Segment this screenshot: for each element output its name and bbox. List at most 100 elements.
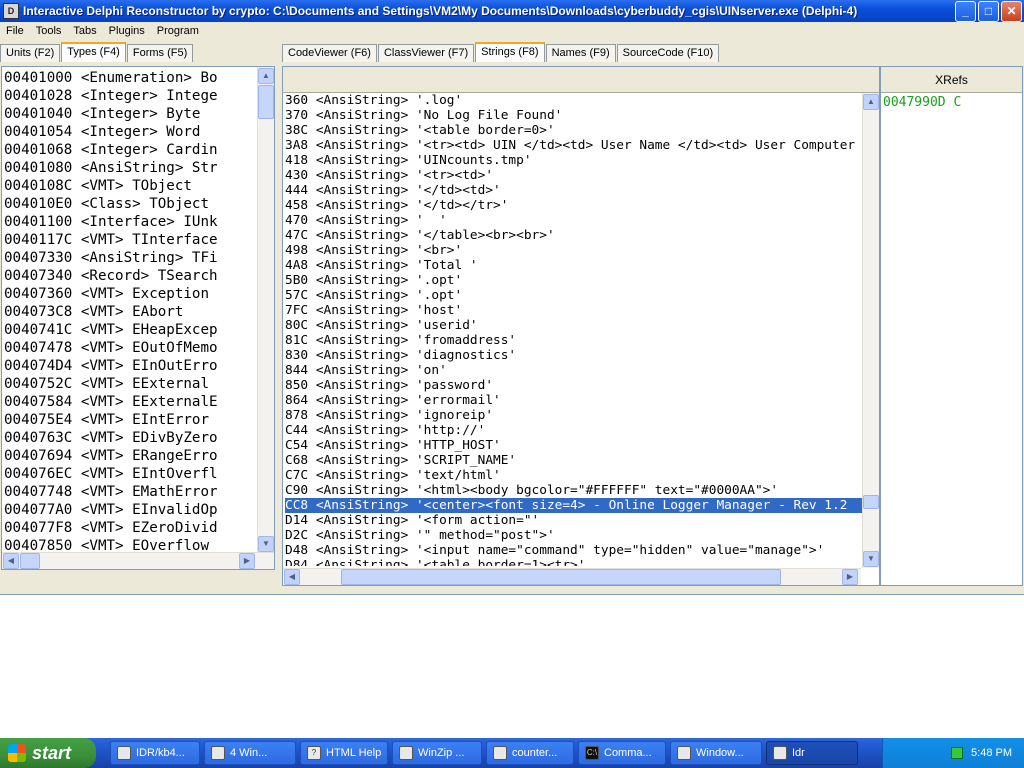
type-row[interactable]: 00401028 <Integer> Intege xyxy=(4,87,258,105)
type-row[interactable]: 00401068 <Integer> Cardin xyxy=(4,141,258,159)
type-row[interactable]: 00401054 <Integer> Word xyxy=(4,123,258,141)
type-row[interactable]: 00401000 <Enumeration> Bo xyxy=(4,69,258,87)
string-row[interactable]: C90 <AnsiString> '<html><body bgcolor="#… xyxy=(285,483,862,498)
string-row[interactable]: 57C <AnsiString> '.opt' xyxy=(285,288,862,303)
type-row[interactable]: 004075E4 <VMT> EIntError xyxy=(4,411,258,429)
string-row[interactable]: C44 <AnsiString> 'http://' xyxy=(285,423,862,438)
hscroll-thumb[interactable] xyxy=(20,553,40,569)
tab-names[interactable]: Names (F9) xyxy=(545,44,616,62)
type-row[interactable]: 00407340 <Record> TSearch xyxy=(4,267,258,285)
string-row[interactable]: 864 <AnsiString> 'errormail' xyxy=(285,393,862,408)
type-row[interactable]: 0040763C <VMT> EDivByZero xyxy=(4,429,258,447)
taskbar-item-window[interactable]: Window... xyxy=(670,741,762,765)
string-row[interactable]: D2C <AnsiString> '" method="post">' xyxy=(285,528,862,543)
tray-status-icon[interactable] xyxy=(951,747,964,759)
string-row[interactable]: 418 <AnsiString> 'UINcounts.tmp' xyxy=(285,153,862,168)
string-row[interactable]: 444 <AnsiString> '</td><td>' xyxy=(285,183,862,198)
string-row[interactable]: D84 <AnsiString> '<table border=1><tr>' xyxy=(285,558,862,566)
xref-entry[interactable]: 0047990D C xyxy=(881,93,1022,112)
close-button[interactable]: ✕ xyxy=(1001,0,1022,22)
taskbar-item-winzip[interactable]: WinZip ... xyxy=(392,741,482,765)
tab-classviewer[interactable]: ClassViewer (F7) xyxy=(377,44,475,62)
output-panel[interactable] xyxy=(0,594,1024,738)
menu-plugins[interactable]: Plugins xyxy=(103,25,151,37)
menu-tools[interactable]: Tools xyxy=(30,25,68,37)
type-row[interactable]: 00407694 <VMT> ERangeErro xyxy=(4,447,258,465)
scroll-left-icon[interactable]: ◀ xyxy=(284,569,300,585)
types-vscrollbar[interactable]: ▲ ▼ xyxy=(257,67,274,553)
scroll-left-icon[interactable]: ◀ xyxy=(3,553,19,569)
scroll-right-icon[interactable]: ▶ xyxy=(239,553,255,569)
taskbar-item-command[interactable]: C:\ Comma... xyxy=(578,741,666,765)
taskbar-item-win-group[interactable]: 4 Win... xyxy=(204,741,296,765)
string-row[interactable]: 844 <AnsiString> 'on' xyxy=(285,363,862,378)
string-row[interactable]: 81C <AnsiString> 'fromaddress' xyxy=(285,333,862,348)
tab-strings[interactable]: Strings (F8) xyxy=(475,42,545,62)
menu-program[interactable]: Program xyxy=(151,25,205,37)
scroll-up-icon[interactable]: ▲ xyxy=(258,68,274,84)
title-bar[interactable]: D Interactive Delphi Reconstructor by cr… xyxy=(0,0,1024,22)
string-row[interactable]: 5B0 <AnsiString> '.opt' xyxy=(285,273,862,288)
type-row[interactable]: 00401100 <Interface> IUnk xyxy=(4,213,258,231)
taskbar-item-idr-kb4[interactable]: IDR/kb4... xyxy=(110,741,200,765)
string-row[interactable]: 7FC <AnsiString> 'host' xyxy=(285,303,862,318)
string-row[interactable]: 370 <AnsiString> 'No Log File Found' xyxy=(285,108,862,123)
strings-vscrollbar[interactable]: ▲ ▼ xyxy=(862,93,879,568)
start-button[interactable]: start xyxy=(0,738,96,768)
type-row[interactable]: 00407360 <VMT> Exception xyxy=(4,285,258,303)
type-row[interactable]: 00407478 <VMT> EOutOfMemo xyxy=(4,339,258,357)
scroll-thumb[interactable] xyxy=(258,85,274,119)
tab-forms[interactable]: Forms (F5) xyxy=(126,44,194,62)
string-row[interactable]: 470 <AnsiString> ' ' xyxy=(285,213,862,228)
type-row[interactable]: 0040117C <VMT> TInterface xyxy=(4,231,258,249)
type-row[interactable]: 004010E0 <Class> TObject xyxy=(4,195,258,213)
hscroll-thumb[interactable] xyxy=(341,569,781,585)
taskbar-item-idr[interactable]: Idr xyxy=(766,741,858,765)
strings-hscrollbar[interactable]: ◀ ▶ xyxy=(283,568,861,585)
types-hscrollbar[interactable]: ◀ ▶ xyxy=(2,552,274,569)
type-row[interactable]: 00401040 <Integer> Byte xyxy=(4,105,258,123)
string-row[interactable]: C54 <AnsiString> 'HTTP_HOST' xyxy=(285,438,862,453)
type-row[interactable]: 004074D4 <VMT> EInOutErro xyxy=(4,357,258,375)
string-row[interactable]: 430 <AnsiString> '<tr><td>' xyxy=(285,168,862,183)
string-row[interactable]: 3A8 <AnsiString> '<tr><td> UIN </td><td>… xyxy=(285,138,862,153)
string-row-selected[interactable]: CC8 <AnsiString> '<center><font size=4> … xyxy=(285,498,862,513)
string-row[interactable]: 498 <AnsiString> '<br>' xyxy=(285,243,862,258)
type-row[interactable]: 00401080 <AnsiString> Str xyxy=(4,159,258,177)
type-row[interactable]: 00407584 <VMT> EExternalE xyxy=(4,393,258,411)
string-row[interactable]: 878 <AnsiString> 'ignoreip' xyxy=(285,408,862,423)
type-row[interactable]: 004073C8 <VMT> EAbort xyxy=(4,303,258,321)
tab-sourcecode[interactable]: SourceCode (F10) xyxy=(616,44,720,62)
taskbar-item-html-help[interactable]: ? HTML Help xyxy=(300,741,388,765)
type-row[interactable]: 0040741C <VMT> EHeapExcep xyxy=(4,321,258,339)
type-row[interactable]: 004077F8 <VMT> EZeroDivid xyxy=(4,519,258,537)
type-row[interactable]: 0040108C <VMT> TObject xyxy=(4,177,258,195)
string-row[interactable]: 47C <AnsiString> '</table><br><br>' xyxy=(285,228,862,243)
taskbar-item-counter[interactable]: counter... xyxy=(486,741,574,765)
string-row[interactable]: 4A8 <AnsiString> 'Total ' xyxy=(285,258,862,273)
string-row[interactable]: 458 <AnsiString> '</td></tr>' xyxy=(285,198,862,213)
menu-file[interactable]: File xyxy=(0,25,30,37)
strings-list[interactable]: 360 <AnsiString> '.log' 370 <AnsiString> … xyxy=(285,93,862,566)
type-row[interactable]: 00407330 <AnsiString> TFi xyxy=(4,249,258,267)
scroll-thumb[interactable] xyxy=(863,495,879,509)
string-row[interactable]: D48 <AnsiString> '<input name="command" … xyxy=(285,543,862,558)
types-list[interactable]: 00401000 <Enumeration> Bo 00401028 <Integ… xyxy=(4,69,258,569)
string-row[interactable]: 38C <AnsiString> '<table border=0>' xyxy=(285,123,862,138)
type-row[interactable]: 0040752C <VMT> EExternal xyxy=(4,375,258,393)
minimize-button[interactable]: _ xyxy=(955,0,976,22)
string-row[interactable]: 850 <AnsiString> 'password' xyxy=(285,378,862,393)
type-row[interactable]: 004077A0 <VMT> EInvalidOp xyxy=(4,501,258,519)
scroll-down-icon[interactable]: ▼ xyxy=(863,551,879,567)
string-row[interactable]: D14 <AnsiString> '<form action="' xyxy=(285,513,862,528)
menu-tabs[interactable]: Tabs xyxy=(67,25,102,37)
type-row[interactable]: 00407748 <VMT> EMathError xyxy=(4,483,258,501)
string-row[interactable]: C68 <AnsiString> 'SCRIPT_NAME' xyxy=(285,453,862,468)
scroll-up-icon[interactable]: ▲ xyxy=(863,94,879,110)
maximize-button[interactable]: □ xyxy=(978,0,999,22)
string-row[interactable]: C7C <AnsiString> 'text/html' xyxy=(285,468,862,483)
tab-codeviewer[interactable]: CodeViewer (F6) xyxy=(282,44,377,62)
tab-units[interactable]: Units (F2) xyxy=(0,44,61,62)
string-row[interactable]: 360 <AnsiString> '.log' xyxy=(285,93,862,108)
type-row[interactable]: 004076EC <VMT> EIntOverfl xyxy=(4,465,258,483)
